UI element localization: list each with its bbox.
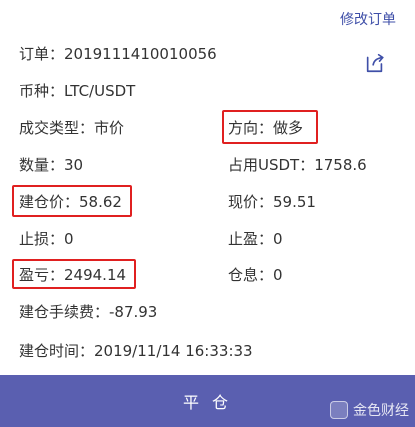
open-fee: 建仓手续费：-87.93	[19, 303, 158, 321]
watermark: 金色财经	[330, 400, 409, 420]
fee-row: 建仓手续费：-87.93	[0, 302, 415, 326]
time-row: 建仓时间：2019/11/14 16:33:33	[0, 341, 415, 365]
interest: 仓息：0	[228, 266, 283, 284]
stop-loss: 止损：0	[19, 230, 74, 248]
trade-type: 成交类型：市价	[19, 119, 125, 137]
take-profit: 止盈：0	[228, 230, 283, 248]
watermark-text: 金色财经	[353, 403, 409, 419]
profit-loss-highlight-box	[12, 259, 136, 289]
open-time: 建仓时间：2019/11/14 16:33:33	[19, 342, 253, 360]
pair-row: 币种：LTC/USDT	[0, 81, 415, 105]
quantity-usdt-row: 数量：30 占用USDT：1758.6	[0, 155, 415, 179]
currency-pair: 币种：LTC/USDT	[19, 82, 136, 100]
watermark-logo-icon	[330, 401, 348, 419]
bottom-action-bar: 平 仓 金色财经	[0, 375, 415, 427]
order-number: 订单：2019111410010056	[19, 45, 217, 63]
quantity: 数量：30	[19, 156, 84, 174]
edit-order-link[interactable]: 修改订单	[340, 9, 396, 29]
direction-highlight-box	[222, 110, 318, 144]
current-price: 现价：59.51	[228, 193, 316, 211]
usdt-used: 占用USDT：1758.6	[228, 156, 367, 174]
type-direction-row: 成交类型：市价 方向：做多	[0, 118, 415, 142]
open-price-highlight-box	[12, 185, 132, 217]
order-number-row: 订单：2019111410010056	[0, 44, 415, 68]
stop-row: 止损：0 止盈：0	[0, 229, 415, 253]
